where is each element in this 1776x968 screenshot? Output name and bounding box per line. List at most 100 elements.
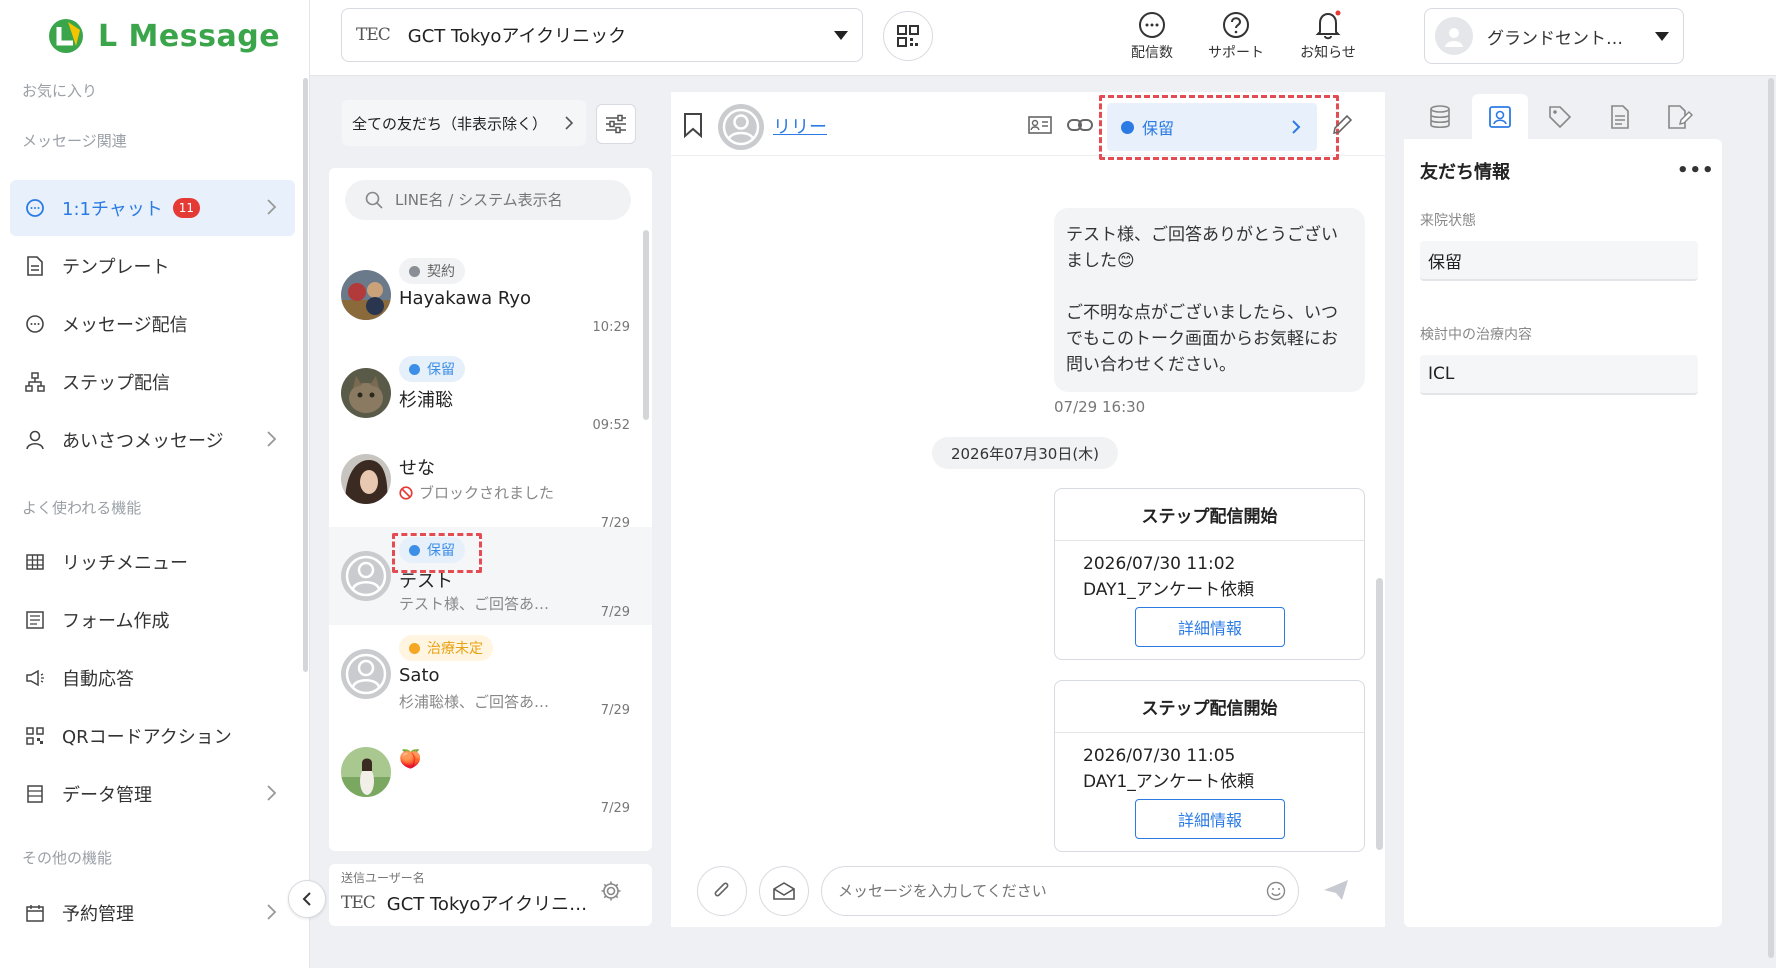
page-scrollbar[interactable] [1768,78,1774,958]
section-frequent: よく使われる機能 [22,499,142,517]
sidebar-item-form[interactable]: フォーム作成 [10,592,295,648]
friend-avatar [341,551,391,601]
status-tag: 契約 [399,258,465,284]
step-name: DAY1_アンケート依頼 [1083,580,1255,600]
app-logo[interactable]: L Message [46,16,280,56]
step-datetime: 2026/07/30 11:02 [1083,554,1236,574]
contact-name-link[interactable]: リリー [773,113,827,139]
tab-database[interactable] [1412,94,1468,140]
status-tag-label: 契約 [427,264,455,280]
friend-search[interactable] [345,180,631,220]
sidebar-item-data[interactable]: データ管理 [10,766,295,822]
friend-time: 7/29 [600,801,630,816]
sidebar-item-qr-action[interactable]: QRコードアクション [10,708,295,764]
chat-bubble-icon [24,197,46,219]
tab-tags[interactable] [1532,94,1588,140]
account-menu[interactable]: グランドセント… [1424,8,1684,64]
collapse-sidebar-button[interactable] [288,880,326,918]
friend-time: 09:52 [592,418,630,433]
friend-avatar [341,270,391,320]
edit-button[interactable] [1331,114,1353,136]
friend-avatar [341,368,391,418]
contact-card-button[interactable] [1028,116,1052,134]
more-options-button[interactable]: ••• [1677,160,1715,181]
sidebar-item-auto-reply[interactable]: 自動応答 [10,650,295,706]
status-tag-label: 保留 [427,362,455,378]
tag-icon [1548,105,1572,129]
attach-button[interactable] [697,866,747,916]
sender-settings-button[interactable] [600,880,622,902]
document-icon [24,255,46,277]
friend-filter-label: 全ての友だち（非表示除く） [352,114,548,133]
link-button[interactable] [1066,114,1094,136]
chevron-right-icon [564,115,574,131]
send-button[interactable] [1322,878,1350,902]
tab-notes[interactable] [1592,94,1648,140]
message-composer[interactable] [821,866,1299,916]
info-field-value[interactable]: 保留 [1420,241,1698,281]
qr-code-button[interactable] [883,11,933,61]
friend-name: Hayakawa Ryo [399,288,532,309]
template-message-button[interactable] [759,866,809,916]
clinic-name: GCT Tokyoアイクリニック [407,26,627,47]
filter-settings-button[interactable] [596,104,636,144]
account-name: グランドセント… [1487,28,1623,49]
message-input[interactable] [838,882,1238,900]
sidebar-item-greeting[interactable]: あいさつメッセージ [10,412,295,468]
sidebar-item-reservation[interactable]: 予約管理 [10,885,295,941]
pencil-icon [1331,114,1353,136]
details-button[interactable]: 詳細情報 [1135,799,1285,839]
friend-name: せな [399,458,435,479]
step-delivery-card: ステップ配信開始 2026/07/30 11:05 DAY1_アンケート依頼 詳… [1054,680,1365,852]
friend-list-item-selected[interactable]: 保留 テスト テスト様、ご回答あ… 7/29 [329,527,652,625]
friend-list-item[interactable]: 保留 杉浦聡 09:52 [329,342,652,440]
friend-name: 🍑 [399,749,422,770]
database-icon [24,783,46,805]
friend-list-item[interactable]: せな ブロックされました 7/29 [329,440,652,538]
sidebar-item-step[interactable]: ステップ配信 [10,354,295,410]
friend-time: 7/29 [600,703,630,718]
highlight-box [1099,95,1339,160]
notifications-label: お知らせ [1300,45,1356,61]
sidebar-item-label: ステップ配信 [62,373,170,394]
sender-select[interactable]: TEC GCT Tokyoアイクリニ… [341,890,587,916]
notifications-button[interactable]: お知らせ [1288,8,1368,62]
search-input[interactable] [395,191,595,209]
bookmark-icon [683,112,703,138]
emoji-icon[interactable] [1266,881,1286,901]
clinic-logo: TEC [356,25,391,45]
friend-list-item[interactable]: 🍑 7/29 [329,723,652,821]
sidebar-item-broadcast[interactable]: メッセージ配信 [10,296,295,352]
friend-filter-select[interactable]: 全ての友だち（非表示除く） [342,100,586,146]
sidebar-item-template[interactable]: テンプレート [10,238,295,294]
sidebar-item-label: リッチメニュー [62,553,188,574]
help-icon [1222,8,1250,42]
friend-list-item[interactable]: 契約 Hayakawa Ryo 10:29 [329,244,652,342]
step-delivery-card: ステップ配信開始 2026/07/30 11:02 DAY1_アンケート依頼 詳… [1054,488,1365,660]
info-field-value[interactable]: ICL [1420,355,1698,395]
tab-edit-notes[interactable] [1652,94,1708,140]
chat-scrollbar[interactable] [1376,578,1383,850]
support-button[interactable]: サポート [1196,8,1276,62]
friend-last-message: テスト様、ご回答あ… [399,595,550,613]
tab-friend-info[interactable] [1472,94,1528,140]
info-field-label: 来院状態 [1420,213,1476,229]
sender-label: 送信ユーザー名 [341,871,425,885]
status-tag-label: 治療未定 [427,641,483,657]
sidebar-item-label: 予約管理 [62,904,134,925]
chevron-right-icon [265,430,277,448]
broadcast-count-button[interactable]: 配信数 [1112,8,1192,62]
sidebar-item-label: QRコードアクション [62,727,232,748]
sidebar-item-rich-menu[interactable]: リッチメニュー [10,534,295,590]
message-icon [24,313,46,335]
sidebar-item-chat[interactable]: 1:1チャット 11 [10,180,295,236]
friend-avatar [341,454,391,504]
clinic-select[interactable]: TEC GCT Tokyoアイクリニック [341,8,863,62]
bookmark-button[interactable] [683,112,703,138]
friend-list-item[interactable]: 治療未定 Sato 杉浦聡様、ご回答あ… 7/29 [329,625,652,723]
friend-list-scrollbar[interactable] [643,230,649,420]
avatar [1435,17,1473,55]
details-button[interactable]: 詳細情報 [1135,607,1285,647]
blocked-text: ブロックされました [419,484,555,502]
sidebar-scrollbar[interactable] [303,78,308,672]
